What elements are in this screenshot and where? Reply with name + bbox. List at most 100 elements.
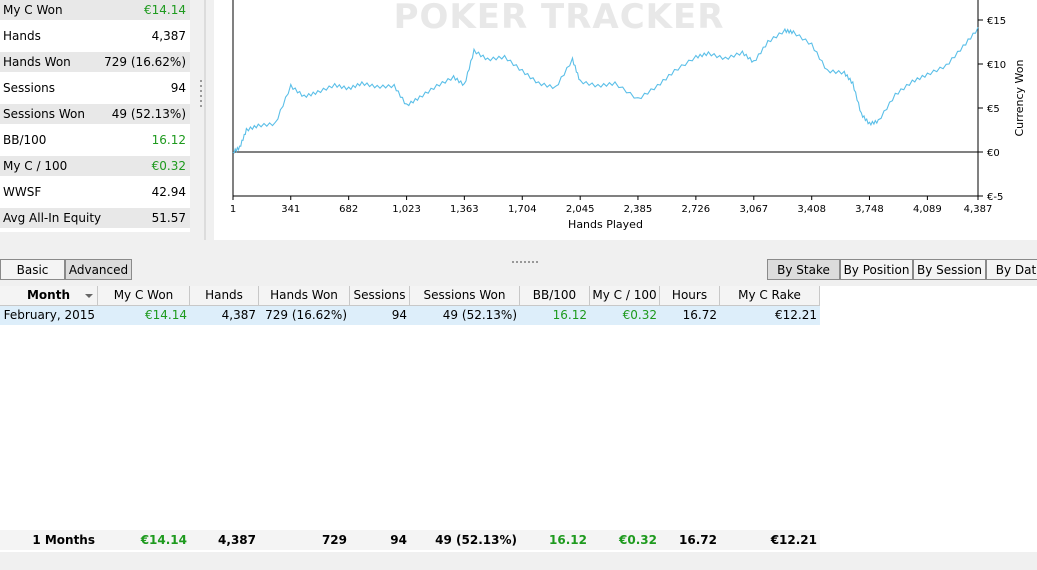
stat-value: €0.32: [151, 159, 186, 173]
table-cell: 16.12: [552, 308, 587, 322]
stat-label: Hands Won: [3, 55, 71, 69]
x-tick-label: 1,363: [450, 204, 479, 215]
tab-by-position[interactable]: By Position: [840, 259, 913, 280]
table-header: Month My C Won Hands Hands Won Sessions Sessi…: [0, 286, 820, 321]
x-tick-label: 3,067: [739, 204, 768, 215]
stats-panel: My C Won €14.14 Hands 4,387 Hands Won 729 (16…: [0, 0, 190, 232]
x-tick-label: 1,704: [508, 204, 537, 215]
stat-label: Hands: [3, 29, 41, 43]
tab-by-stake[interactable]: By Stake: [767, 259, 840, 280]
stat-value: 94: [170, 81, 186, 95]
watermark-logo: POKER TRACKER: [394, 0, 725, 37]
x-tick-label: 3,748: [855, 204, 884, 215]
column-header-label: BB/100: [532, 288, 577, 302]
table-cell: 16.72: [679, 533, 717, 547]
column-header[interactable]: My C Won: [98, 286, 190, 305]
table-cell: €0.32: [622, 308, 657, 322]
x-tick-label: 2,726: [682, 204, 711, 215]
column-header[interactable]: Hands Won: [259, 286, 350, 305]
panel-divider: [204, 0, 206, 240]
column-header-label: Month: [26, 288, 70, 302]
grouping-tabs: By Stake By Position By Session By Dat: [767, 258, 1037, 282]
tab-advanced[interactable]: Advanced: [65, 259, 132, 280]
stat-row: Hands Won 729 (16.62%): [0, 52, 190, 72]
sort-descending-icon: [85, 294, 93, 298]
table-cell: €14.14: [145, 308, 187, 322]
column-header-label: Sessions Won: [423, 288, 506, 302]
table-cell: 49 (52.13%): [442, 308, 517, 322]
horizontal-splitter-handle[interactable]: [512, 252, 542, 263]
column-header[interactable]: Sessions Won: [410, 286, 520, 305]
column-header-label: Hours: [671, 288, 708, 302]
table-bottom-strip: [0, 552, 1037, 566]
stat-row: My C / 100 €0.32: [0, 156, 190, 176]
table-totals-row: 1 Months €14.14 4,387 729 (16.62%) 94 49 (52.…: [0, 530, 820, 567]
y-tick-label: €10: [987, 60, 1006, 71]
x-tick-label: 2,045: [566, 204, 595, 215]
column-header[interactable]: Hours: [660, 286, 720, 305]
table-cell: 4,387: [218, 533, 256, 547]
stat-row: Sessions Won 49 (52.13%): [0, 104, 190, 124]
stat-value: 51.57: [151, 211, 186, 225]
stat-label: My C Won: [3, 3, 63, 17]
winnings-graph-svg: POKER TRACKER €15 €10 €5 €0 €-5 1 341 682 1,023 1,…: [230, 0, 1026, 231]
table-cell: 16.72: [682, 308, 717, 322]
stat-row: Sessions 94: [0, 78, 190, 98]
stat-row: Avg All-In Equity 51.57: [0, 208, 190, 228]
y-tick-label: €0: [987, 148, 1000, 159]
stat-label: WWSF: [3, 185, 42, 199]
table-cell: €0.32: [619, 533, 657, 547]
column-header[interactable]: Sessions: [350, 286, 410, 305]
stat-value: 49 (52.13%): [111, 107, 186, 121]
table-cell: 94: [390, 533, 407, 547]
stat-value: €14.14: [144, 3, 186, 17]
column-header-label: My C / 100: [592, 288, 657, 302]
tab-by-session[interactable]: By Session: [913, 259, 986, 280]
stat-label: BB/100: [3, 133, 47, 147]
column-header[interactable]: My C / 100: [590, 286, 660, 305]
y-axis-label: Currency Won: [1013, 59, 1026, 136]
stat-label: Sessions: [3, 81, 56, 95]
table-cell: 49 (52.13%): [435, 533, 517, 547]
column-header[interactable]: BB/100: [520, 286, 590, 305]
stat-row: My C Won €14.14: [0, 0, 190, 20]
stat-value: 16.12: [151, 133, 186, 147]
x-tick-label: 1: [230, 204, 236, 215]
column-header[interactable]: Hands: [190, 286, 259, 305]
table-row[interactable]: February, 2015 €14.14 4,387 729 (16.62%) 94 4…: [0, 306, 820, 325]
stat-row: WWSF 42.94: [0, 182, 190, 202]
table-cell: 729 (16.62%): [286, 533, 347, 567]
table-cell: 1 Months: [32, 533, 95, 547]
column-header[interactable]: My C Rake Attrib: [720, 286, 820, 321]
stat-row: Hands 4,387: [0, 26, 190, 46]
tab-basic[interactable]: Basic: [0, 259, 65, 280]
stat-value: 729 (16.62%): [104, 55, 186, 69]
x-tick-label: 3,408: [797, 204, 826, 215]
stat-label: Avg All-In Equity: [3, 211, 102, 225]
y-tick-label: €-5: [987, 192, 1003, 203]
table-cell: €12.21: [770, 533, 817, 547]
winnings-chart: POKER TRACKER €15 €10 €5 €0 €-5 1 341 682 1,023 1,…: [214, 0, 1037, 240]
y-tick-label: €5: [987, 104, 1000, 115]
stat-value: 42.94: [151, 185, 186, 199]
x-tick-label: 4,089: [913, 204, 942, 215]
results-table: Month My C Won Hands Hands Won Sessions Sessi…: [0, 286, 1037, 567]
column-header[interactable]: Month: [0, 286, 98, 305]
table-cell: February, 2015: [3, 308, 95, 322]
column-header-label: Hands Won: [270, 288, 338, 302]
table-cell: €12.21: [775, 308, 817, 322]
column-header-label: My C Won: [113, 288, 174, 302]
winnings-line: [232, 27, 979, 154]
stat-row: BB/100 16.12: [0, 130, 190, 150]
x-axis-label: Hands Played: [568, 218, 643, 231]
x-tick-label: 1,023: [392, 204, 421, 215]
table-cell: 94: [391, 308, 407, 322]
x-tick-label: 4,387: [964, 204, 993, 215]
column-header-label: Sessions: [353, 288, 406, 302]
x-tick-label: 341: [281, 204, 300, 215]
view-mode-tabs: Basic Advanced: [0, 258, 132, 282]
x-tick-label: 2,385: [624, 204, 653, 215]
y-tick-label: €15: [987, 16, 1006, 27]
stat-label: My C / 100: [3, 159, 68, 173]
tab-by-dat[interactable]: By Dat: [986, 259, 1037, 280]
